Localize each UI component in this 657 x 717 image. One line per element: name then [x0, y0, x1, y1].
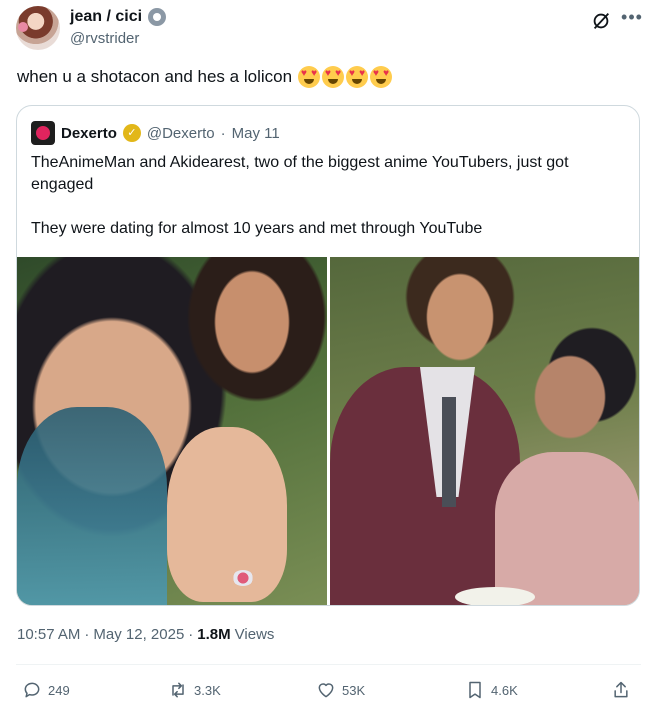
views-count: 1.8M — [197, 626, 231, 643]
views-label: Views — [234, 626, 275, 643]
repost-button[interactable]: 3.3K — [168, 680, 221, 700]
tweet-text: when u a shotacon and hes a lolicon — [17, 67, 293, 86]
meta-separator: · — [188, 626, 194, 643]
quoted-header: Dexerto ✓ @Dexerto · May 11 — [31, 121, 280, 145]
like-button[interactable]: 53K — [316, 680, 365, 700]
quoted-paragraph: TheAnimeMan and Akidearest, two of the b… — [31, 154, 569, 193]
quoted-text: TheAnimeMan and Akidearest, two of the b… — [31, 152, 626, 240]
like-icon — [318, 683, 334, 698]
quoted-tweet-card[interactable]: Dexerto ✓ @Dexerto · May 11 TheAnimeMan … — [16, 105, 640, 606]
heart-eyes-emoji — [346, 66, 369, 88]
reply-count: 249 — [48, 682, 70, 698]
tweet-body: when u a shotacon and hes a lolicon — [17, 66, 393, 88]
heart-eyes-emoji-group — [298, 66, 393, 88]
avatar[interactable] — [16, 6, 60, 50]
bookmark-button[interactable]: 4.6K — [465, 680, 518, 700]
tweet-header: jean / cici @rvstrider ••• — [16, 6, 643, 54]
heart-eyes-emoji — [298, 66, 321, 88]
reply-button[interactable]: 249 — [22, 680, 70, 700]
share-button[interactable] — [611, 680, 631, 700]
repost-count: 3.3K — [194, 682, 221, 698]
quoted-separator: · — [220, 124, 226, 142]
heart-eyes-emoji — [322, 66, 345, 88]
photo-couple-outdoor[interactable] — [330, 257, 639, 605]
action-bar: 249 3.3K 53K 4.6K — [16, 680, 641, 704]
tweet-time[interactable]: 10:57 AM — [17, 626, 80, 643]
affiliate-badge-icon — [148, 8, 167, 26]
author-display-name[interactable]: jean / cici — [70, 8, 142, 26]
author-handle[interactable]: @rvstrider — [70, 30, 139, 47]
like-count: 53K — [342, 682, 366, 698]
verified-gold-badge-icon: ✓ — [122, 124, 141, 142]
tweet-date[interactable]: May 12, 2025 — [93, 626, 184, 643]
quoted-date: May 11 — [231, 124, 280, 142]
more-icon[interactable]: ••• — [621, 8, 643, 32]
author-name-row: jean / cici — [70, 8, 167, 26]
repost-icon — [172, 682, 184, 698]
divider — [16, 664, 641, 665]
bookmark-icon — [469, 681, 481, 699]
ring-detail — [232, 570, 254, 586]
tweet-meta: 10:57 AM · May 12, 2025 · 1.8M Views — [17, 626, 274, 643]
quoted-avatar — [31, 121, 55, 145]
quoted-name: Dexerto — [61, 124, 117, 142]
reply-icon — [24, 682, 40, 698]
quoted-handle: @Dexerto — [146, 124, 215, 142]
quoted-paragraph: They were dating for almost 10 years and… — [31, 220, 483, 237]
share-icon — [614, 681, 628, 698]
heart-eyes-emoji — [370, 66, 393, 88]
grok-icon[interactable] — [590, 10, 612, 32]
meta-separator: · — [84, 626, 90, 643]
bookmark-count: 4.6K — [491, 682, 518, 698]
photo-couple-selfie[interactable] — [17, 257, 327, 605]
